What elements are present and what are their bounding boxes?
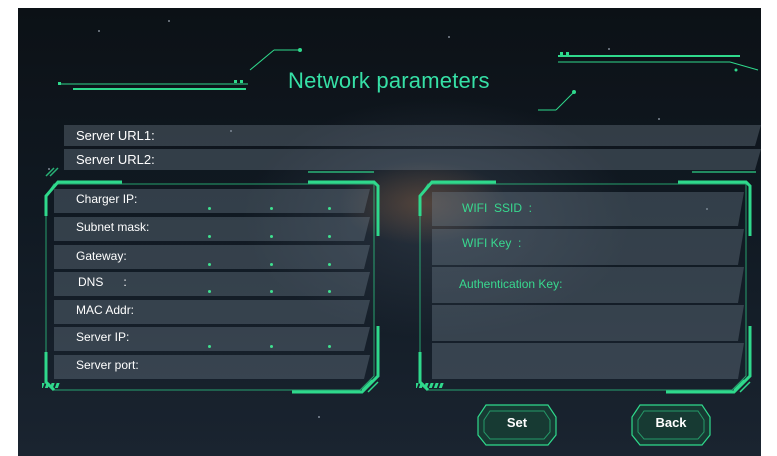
ip-separator-dot: [270, 235, 273, 238]
gateway-label: Gateway:: [76, 249, 127, 263]
subnet-mask-label: Subnet mask:: [76, 220, 150, 234]
server-port-label: Server port:: [76, 358, 139, 372]
server-ip-label: Server IP:: [76, 330, 130, 344]
dns-label: DNS :: [78, 275, 127, 289]
ip-separator-dot: [208, 345, 211, 348]
ip-separator-dot: [208, 235, 211, 238]
network-parameters-screen: Network parameters Server URL1: Server U…: [18, 8, 761, 456]
ip-separator-dot: [208, 207, 211, 210]
page-title: Network parameters: [288, 68, 490, 93]
authentication-key-label: Authentication Key:: [459, 277, 563, 291]
ip-separator-dot: [328, 235, 331, 238]
mac-addr-label: MAC Addr:: [76, 303, 135, 317]
ip-separator-dot: [328, 207, 331, 210]
wifi-ssid-label: WIFI SSID :: [462, 201, 533, 215]
wifi-key-label: WIFI Key :: [462, 236, 522, 250]
authentication-key-field-line2[interactable]: [432, 305, 744, 341]
ip-separator-dot: [270, 345, 273, 348]
set-button-label: Set: [506, 415, 528, 430]
ip-separator-dot: [328, 263, 331, 266]
ip-separator-dot: [208, 290, 211, 293]
ip-separator-dot: [328, 290, 331, 293]
ip-separator-dot: [270, 207, 273, 210]
server-url1-field[interactable]: [64, 125, 761, 146]
server-url1-label: Server URL1:: [76, 128, 155, 143]
ip-separator-dot: [270, 290, 273, 293]
set-button[interactable]: Set: [476, 401, 558, 447]
back-button[interactable]: Back: [630, 401, 712, 447]
ip-separator-dot: [328, 345, 331, 348]
star: [318, 416, 320, 418]
ip-separator-dot: [270, 263, 273, 266]
charger-ip-label: Charger IP:: [76, 192, 138, 206]
ip-separator-dot: [208, 263, 211, 266]
back-button-label: Back: [655, 415, 687, 430]
authentication-key-field-line3[interactable]: [432, 343, 744, 379]
